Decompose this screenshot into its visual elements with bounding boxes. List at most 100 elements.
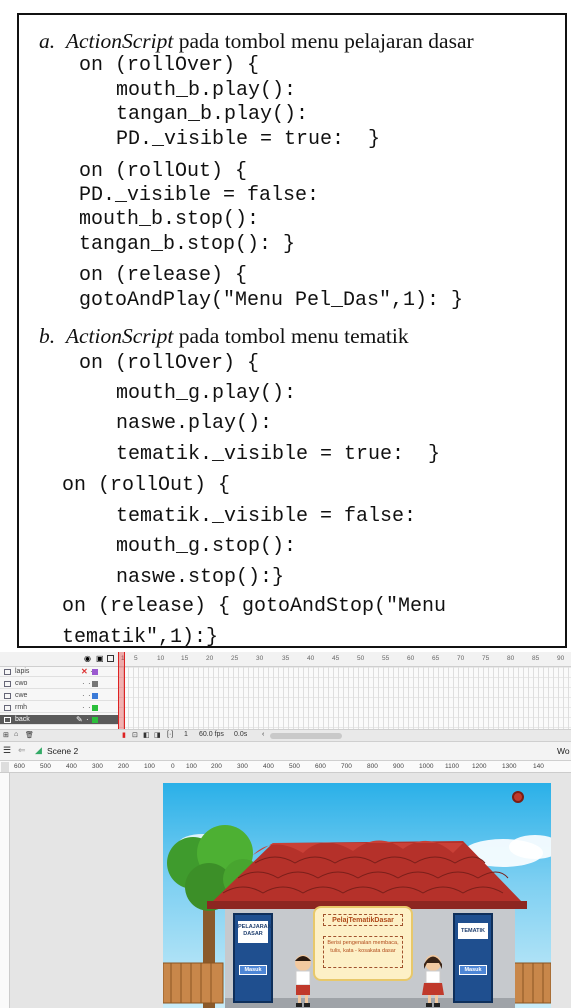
info-board: PelajTematikDasar Berisi pengenalan memb… (313, 906, 413, 981)
ruler-label: 1100 (445, 763, 459, 770)
frames-grid[interactable] (118, 667, 571, 729)
current-frame: 1 (184, 731, 188, 738)
heading-b: b. ActionScript pada tombol menu tematik (39, 324, 409, 348)
workspace-label[interactable]: Wo (557, 746, 570, 756)
layer-color-swatch[interactable] (92, 669, 98, 675)
timeline-ruler[interactable]: ◉ ▣ 1 5 10 15 20 25 30 35 40 45 50 55 60… (0, 652, 571, 667)
lock-dot-icon[interactable]: · (88, 679, 91, 689)
new-folder-icon[interactable]: ⌂ (14, 731, 18, 738)
outline-icon[interactable] (107, 655, 114, 662)
door-tematik[interactable]: TEMATIK Masuk (453, 913, 493, 1003)
frame-tick: 85 (532, 655, 540, 662)
scene-name[interactable]: Scene 2 (47, 746, 78, 756)
pencil-icon[interactable]: ✎ (76, 715, 83, 725)
ruler-label: 0 (171, 763, 175, 770)
timeline-controls: ⊞ ⌂ 🗑 ▮ ⊡ ◧ ◨ [·] 1 60.0 fps 0.0s ‹ (0, 729, 571, 742)
edit-frames-icon[interactable]: [·] (167, 731, 173, 738)
stage-ruler: 600 500 400 300 200 100 0 100 200 300 40… (0, 761, 571, 773)
layer-color-swatch[interactable] (92, 693, 98, 699)
power-button[interactable] (512, 791, 524, 803)
code-line: on (rollOut) { (62, 474, 231, 497)
onion-skin-icon[interactable]: ◧ (143, 731, 150, 739)
layer-icon (4, 693, 11, 699)
frame-tick: 30 (256, 655, 264, 662)
ruler-label: 200 (211, 763, 222, 770)
panel-toggle-icon[interactable]: ☰ (3, 745, 11, 756)
boy-character[interactable] (291, 953, 315, 1008)
layer-lapis[interactable]: lapis ✕ · (0, 667, 118, 677)
layer-rmh[interactable]: rmh · · (0, 703, 118, 713)
code-listing: a. ActionScript pada tombol menu pelajar… (17, 13, 567, 649)
frame-tick: 35 (282, 655, 290, 662)
center-frame-icon[interactable]: ⊡ (132, 731, 138, 739)
layer-name: back (15, 716, 30, 723)
girl-character[interactable] (421, 953, 445, 1008)
code-line: naswe.stop():} (116, 566, 285, 589)
code-line: tematik._visible = false: (116, 505, 417, 528)
layer-cwo[interactable]: cwo · · (0, 679, 118, 689)
layer-icon (4, 669, 11, 675)
ruler-label: 100 (186, 763, 197, 770)
ruler-label: 600 (315, 763, 326, 770)
frame-tick: 90 (557, 655, 565, 662)
board-text: Berisi pengenalan membaca, tulis, kata -… (323, 936, 403, 968)
ruler-label: 300 (237, 763, 248, 770)
masuk-button[interactable]: Masuk (239, 965, 267, 975)
board-title: PelajTematikDasar (323, 914, 403, 926)
new-layer-icon[interactable]: ⊞ (3, 731, 9, 739)
scene-bar: ☰ ⇐ ◢ Scene 2 Wo (0, 742, 571, 761)
lock-icon[interactable]: ▣ (96, 654, 104, 663)
hidden-x-icon[interactable]: ✕ (81, 667, 88, 677)
visible-dot-icon[interactable]: · (82, 679, 85, 689)
elapsed-time: 0.0s (234, 731, 248, 738)
frame-tick: 45 (332, 655, 340, 662)
ruler-label: 600 (14, 763, 25, 770)
visible-dot-icon[interactable]: · (82, 691, 85, 701)
ruler-label: 400 (66, 763, 77, 770)
layer-icon (4, 681, 11, 687)
frame-tick: 10 (157, 655, 165, 662)
visible-dot-icon[interactable]: · (82, 703, 85, 713)
layer-icon (4, 705, 11, 711)
frame-tick: 70 (457, 655, 465, 662)
code-line: tangan_b.stop(): } (79, 233, 296, 256)
frame-tick: 50 (357, 655, 365, 662)
door-label: TEMATIK (458, 923, 488, 939)
scroll-left-icon[interactable]: ‹ (262, 731, 264, 738)
layer-color-swatch[interactable] (92, 717, 98, 723)
timeline-scrollbar[interactable] (270, 733, 342, 739)
delete-layer-icon[interactable]: 🗑 (25, 731, 34, 739)
visible-dot-icon[interactable]: · (86, 715, 89, 725)
ruler-label: 140 (533, 763, 544, 770)
layer-cwe[interactable]: cwe · · (0, 691, 118, 701)
door-pelajaran-dasar[interactable]: PELAJARAN DASAR Masuk (233, 913, 273, 1003)
lock-dot-icon[interactable]: · (88, 703, 91, 713)
back-arrow-icon[interactable]: ⇐ (18, 745, 26, 756)
masuk-button[interactable]: Masuk (459, 965, 487, 975)
code-line: on (rollOut) { (79, 160, 248, 183)
code-line: naswe.play(): (116, 412, 273, 435)
lock-dot-icon[interactable]: · (88, 691, 91, 701)
frame-rate[interactable]: 60.0 fps (199, 731, 224, 738)
onion-outline-icon[interactable]: ◨ (154, 731, 161, 739)
frame-tick: 25 (231, 655, 239, 662)
layer-color-swatch[interactable] (92, 705, 98, 711)
eye-icon[interactable]: ◉ (84, 654, 91, 663)
frame-tick: 65 (432, 655, 440, 662)
stage-workspace[interactable]: PELAJARAN DASAR Masuk TEMATIK Masuk Pela… (10, 773, 571, 1008)
layer-color-swatch[interactable] (92, 681, 98, 687)
ruler-label: 200 (118, 763, 129, 770)
code-line: gotoAndPlay("Menu Pel_Das",1): } (79, 289, 464, 312)
frame-tick: 40 (307, 655, 315, 662)
playhead[interactable] (118, 652, 125, 729)
ruler-label: 1300 (502, 763, 517, 770)
layer-name: lapis (15, 668, 30, 675)
code-line: on (rollOver) { (79, 352, 260, 375)
ruler-label: 500 (289, 763, 300, 770)
layer-back[interactable]: back ✎ · (0, 715, 118, 725)
layer-name: cwe (15, 692, 28, 699)
frame-tick: 55 (382, 655, 390, 662)
code-line: on (release) { gotoAndStop("Menu (62, 595, 447, 618)
stage-canvas[interactable]: PELAJARAN DASAR Masuk TEMATIK Masuk Pela… (163, 783, 551, 1008)
code-line: mouth_b.play(): (116, 79, 297, 102)
